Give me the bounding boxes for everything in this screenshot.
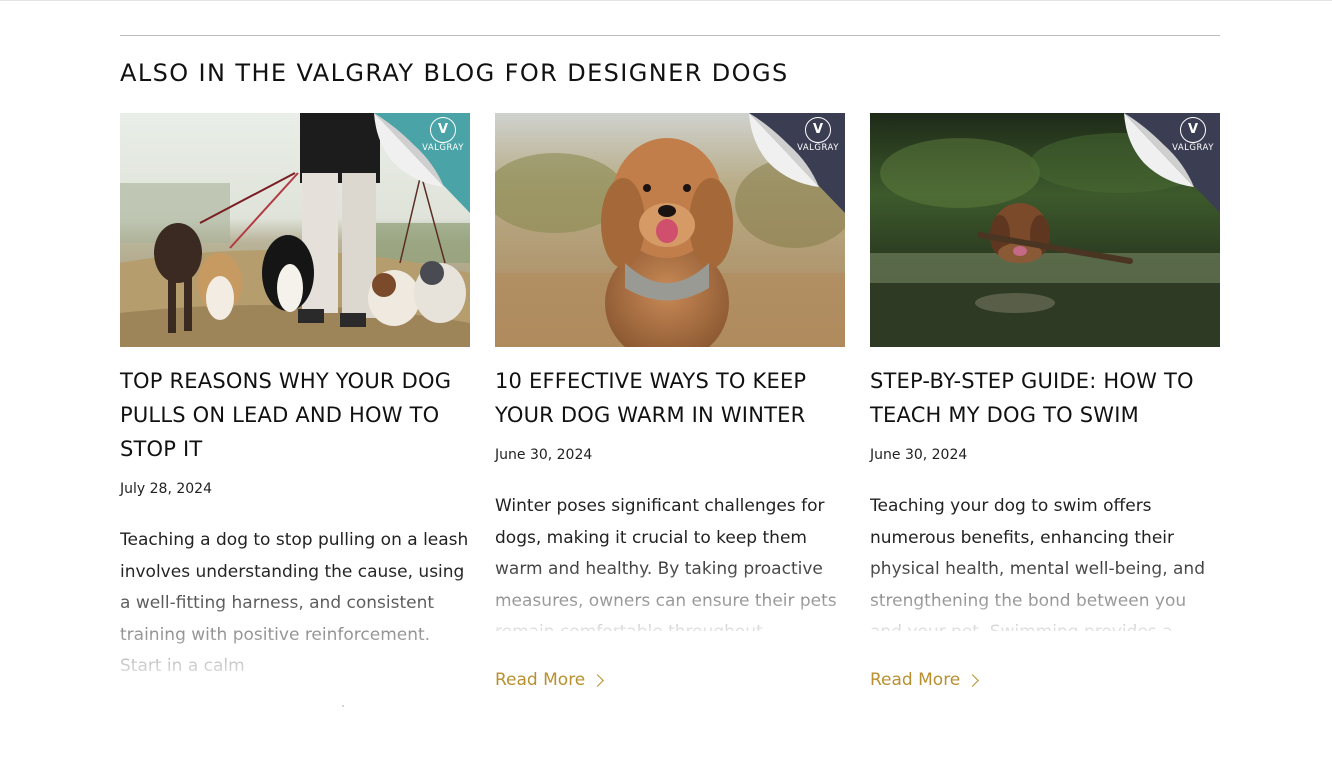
read-more-label: Read More	[870, 670, 961, 690]
section-divider	[120, 35, 1220, 36]
read-more-link[interactable]: Read More	[495, 667, 605, 693]
valgray-corner-badge: V VALGRAY	[374, 113, 470, 213]
post-excerpt: Winter poses significant challenges for …	[495, 496, 837, 631]
valgray-logo-text: VALGRAY	[797, 143, 839, 153]
valgray-logo-icon: V	[1180, 117, 1206, 143]
post-thumbnail-curly-dog[interactable]: V VALGRAY	[495, 113, 845, 347]
section-title: ALSO IN THE VALGRAY BLOG FOR DESIGNER DO…	[120, 59, 789, 87]
post-excerpt: Teaching a dog to stop pulling on a leas…	[120, 530, 469, 675]
post-thumbnail-swimming-dog[interactable]: V VALGRAY	[870, 113, 1220, 347]
chevron-right-icon	[591, 673, 605, 687]
valgray-corner-badge: V VALGRAY	[749, 113, 845, 213]
blog-card: V VALGRAY TOP REASONS WHY YOUR DOG PULLS…	[120, 113, 470, 773]
valgray-logo-icon: V	[430, 117, 456, 143]
related-blog-section: ALSO IN THE VALGRAY BLOG FOR DESIGNER DO…	[120, 0, 1220, 773]
valgray-logo-text: VALGRAY	[422, 143, 464, 153]
blog-card: V VALGRAY STEP-BY-STEP GUIDE: HOW TO TEA…	[870, 113, 1220, 773]
read-more-label: Read More	[495, 670, 586, 690]
post-date: June 30, 2024	[495, 447, 593, 463]
post-title[interactable]: STEP-BY-STEP GUIDE: HOW TO TEACH MY DOG …	[870, 364, 1220, 432]
post-date: June 30, 2024	[870, 447, 968, 463]
read-more-link[interactable]: Read More	[870, 667, 980, 693]
faint-dot	[342, 705, 344, 707]
post-date: July 28, 2024	[120, 481, 212, 497]
chevron-right-icon	[966, 673, 980, 687]
post-title[interactable]: 10 EFFECTIVE WAYS TO KEEP YOUR DOG WARM …	[495, 364, 845, 432]
blog-card: V VALGRAY 10 EFFECTIVE WAYS TO KEEP YOUR…	[495, 113, 845, 773]
post-excerpt: Teaching your dog to swim offers numerou…	[870, 496, 1205, 631]
valgray-corner-badge: V VALGRAY	[1124, 113, 1220, 213]
valgray-logo-icon: V	[805, 117, 831, 143]
valgray-logo-text: VALGRAY	[1172, 143, 1214, 153]
post-title[interactable]: TOP REASONS WHY YOUR DOG PULLS ON LEAD A…	[120, 364, 470, 466]
post-thumbnail-dog-walking[interactable]: V VALGRAY	[120, 113, 470, 347]
